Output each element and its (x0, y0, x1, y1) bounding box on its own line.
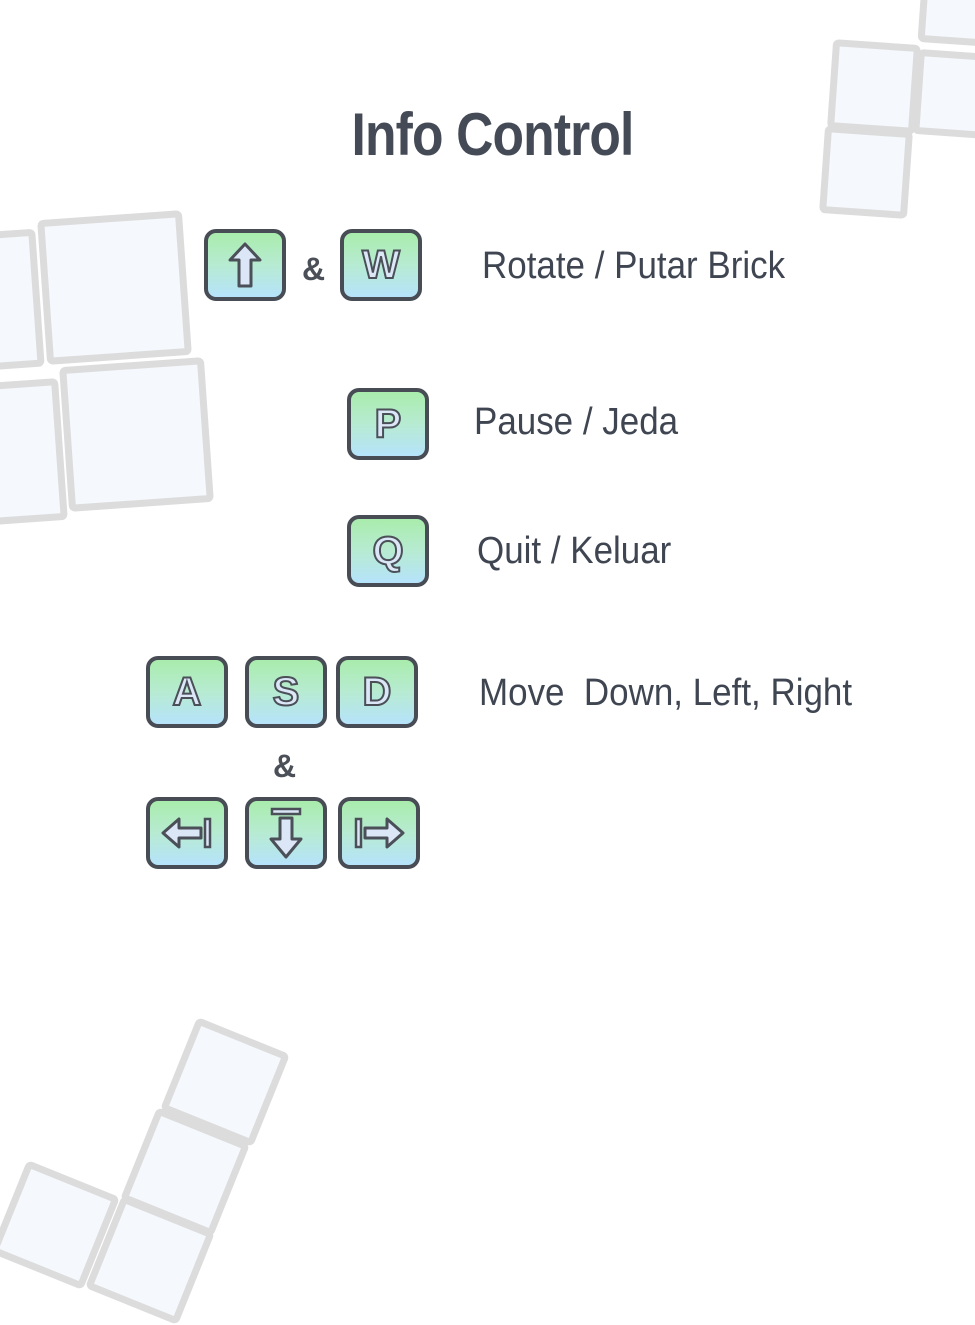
brick-tile (0, 378, 68, 528)
control-description: Rotate / Putar Brick (482, 245, 786, 287)
brick-tile (912, 48, 975, 141)
up-arrow-icon (228, 242, 262, 288)
key-label: S (272, 670, 301, 714)
key-d: D (336, 656, 418, 728)
page-title: Info Control (351, 101, 635, 168)
control-description: Pause / Jeda (474, 401, 679, 443)
key-label: A (172, 670, 203, 714)
key-q: Q (347, 515, 429, 587)
key-label: Q (371, 529, 404, 573)
key-a: A (146, 656, 228, 728)
key-label: W (361, 243, 401, 287)
brick-tile (0, 228, 45, 374)
and-joiner: & (273, 748, 297, 784)
key-right-arrow (338, 797, 420, 869)
left-arrow-icon (161, 817, 212, 849)
brick-tile (59, 357, 214, 512)
and-joiner: & (302, 251, 326, 287)
control-description: Quit / Keluar (477, 530, 672, 572)
down-arrow-icon (269, 807, 303, 859)
brick-tile (37, 210, 192, 365)
right-arrow-icon (354, 817, 405, 849)
key-w: W (340, 229, 422, 301)
key-p: P (347, 388, 429, 460)
key-down-arrow (245, 797, 327, 869)
key-label: D (362, 670, 393, 714)
brick-tile (917, 0, 975, 49)
key-label: P (374, 402, 403, 446)
key-up-arrow (204, 229, 286, 301)
key-s: S (245, 656, 327, 728)
key-left-arrow (146, 797, 228, 869)
control-description: Move Down, Left, Right (479, 672, 853, 714)
